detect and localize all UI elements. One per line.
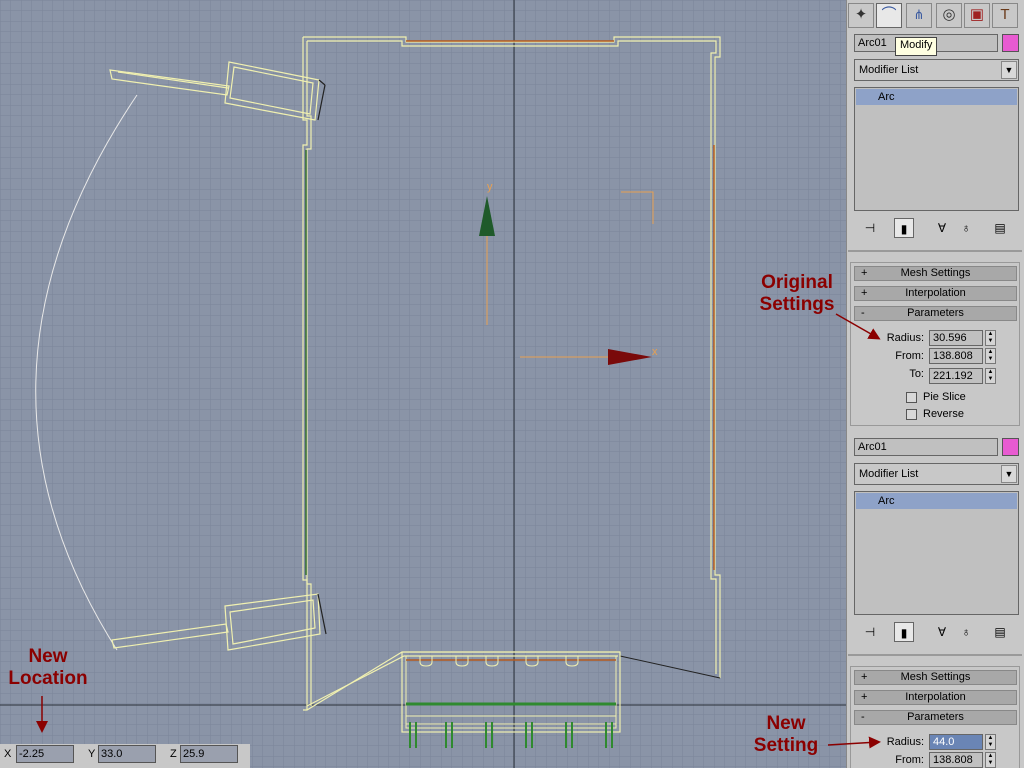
arrow-original-settings — [835, 313, 881, 340]
annotation-arrows — [36, 313, 881, 749]
arrow-new-setting — [827, 736, 881, 749]
